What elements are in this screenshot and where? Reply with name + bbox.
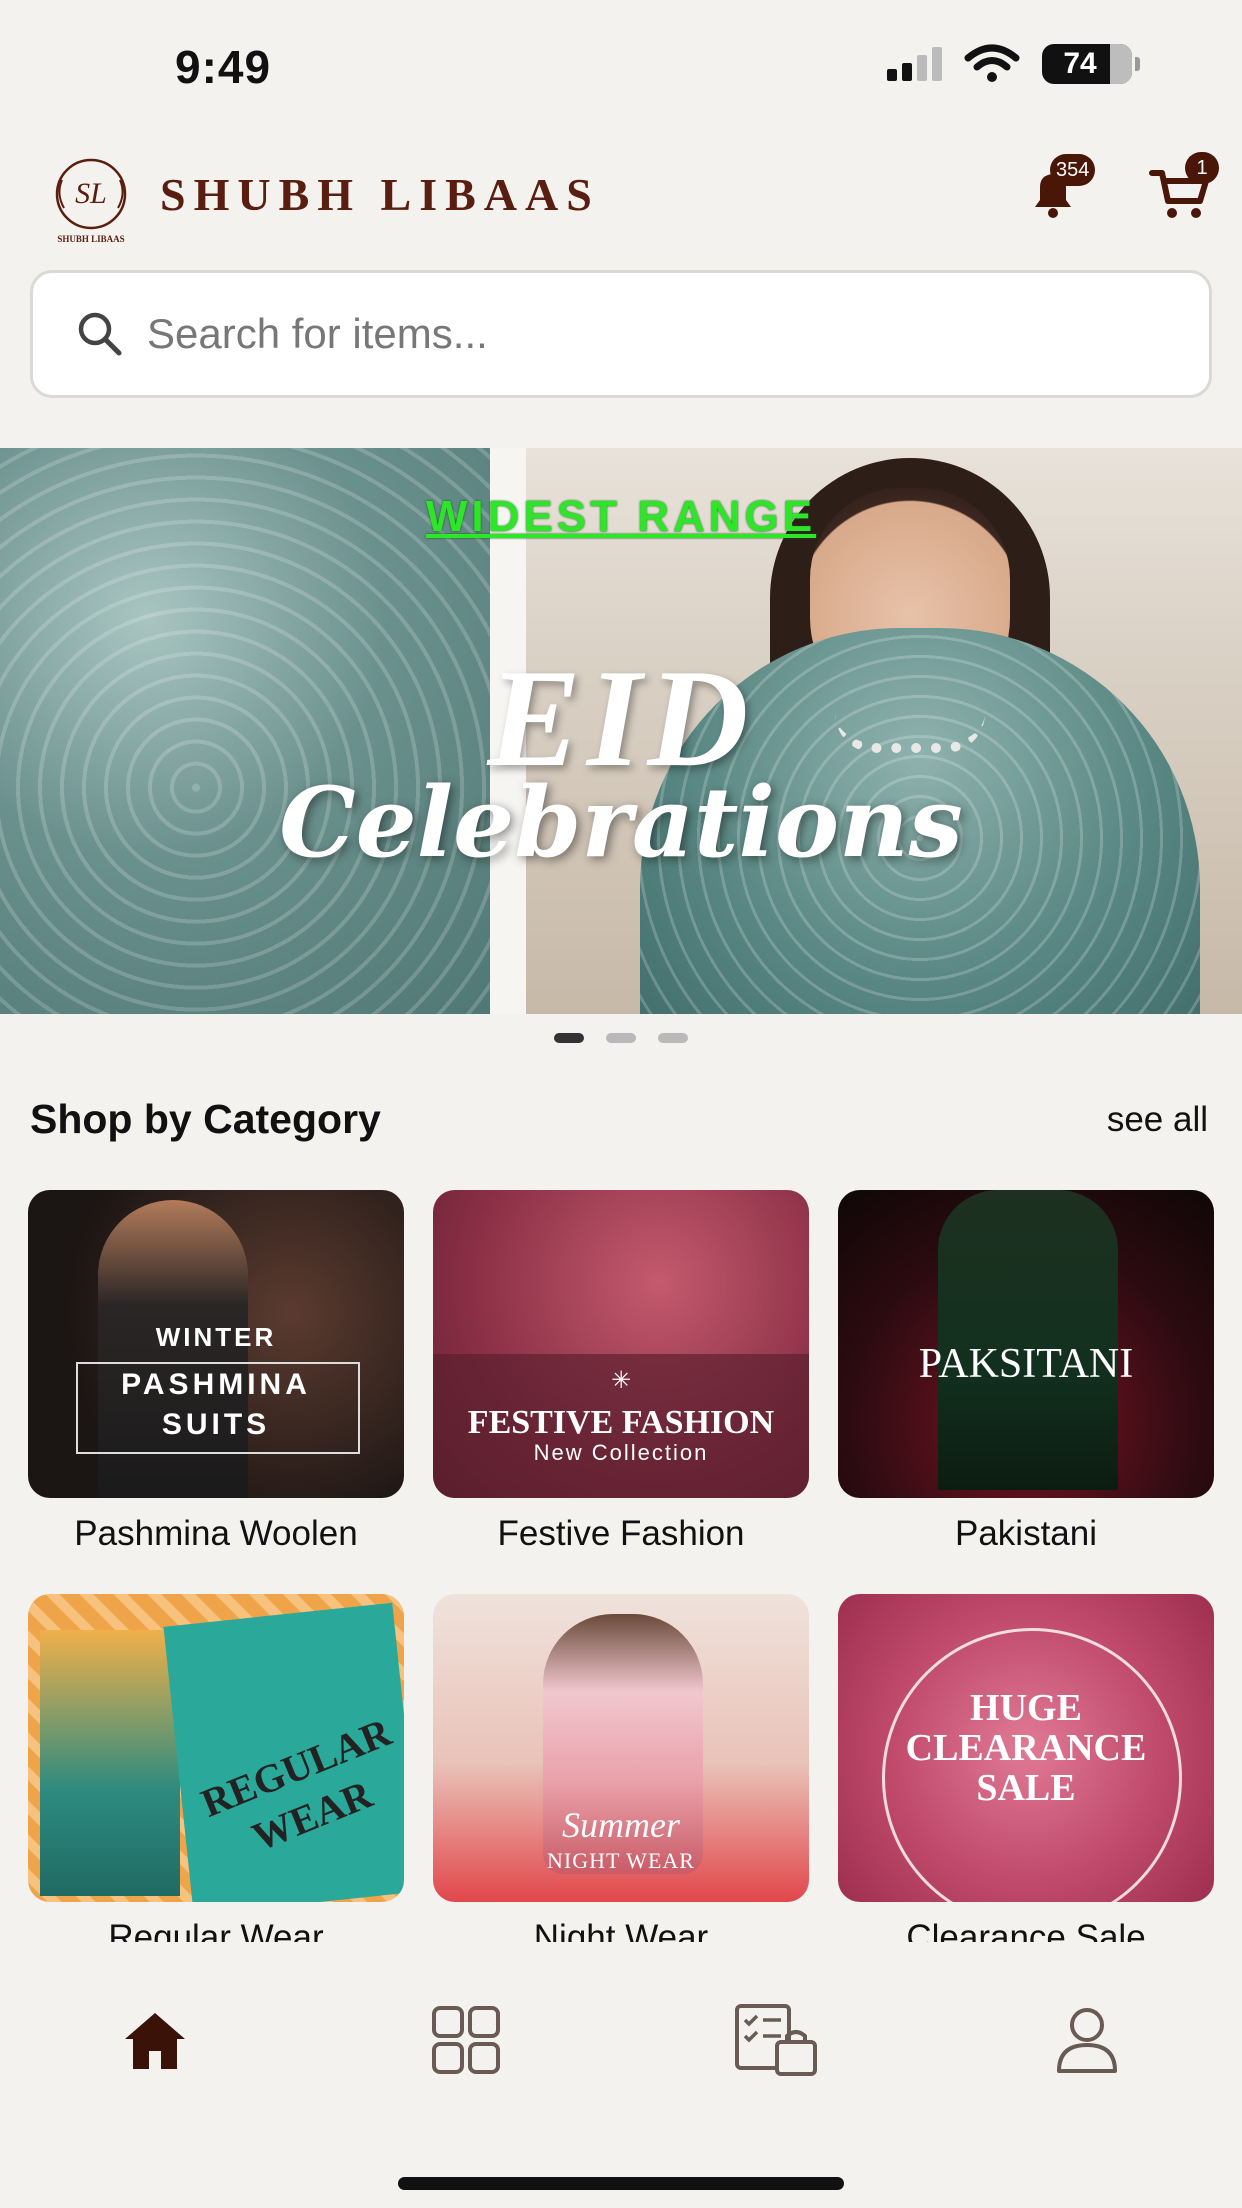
notification-badge: 354 <box>1050 154 1096 186</box>
home-indicator[interactable] <box>398 2177 844 2190</box>
category-label: Regular Wear <box>108 1918 324 1942</box>
carousel-dot[interactable] <box>606 1033 636 1043</box>
nav-home[interactable] <box>100 1985 210 2095</box>
carousel-indicator <box>0 1033 1242 1043</box>
nav-profile[interactable] <box>1032 1985 1142 2095</box>
carousel-dot[interactable] <box>658 1033 688 1043</box>
category-image: REGULAR WEAR <box>28 1594 404 1902</box>
category-label: Clearance Sale <box>906 1918 1146 1942</box>
status-icons: 74 <box>887 44 1140 84</box>
status-time: 9:49 <box>175 41 272 93</box>
banner-tagline: WIDEST RANGE <box>425 492 817 541</box>
category-card-festive[interactable]: ✳ FESTIVE FASHION New Collection Festive… <box>433 1190 809 1554</box>
category-card-night-wear[interactable]: Summer NIGHT WEAR Night Wear <box>433 1594 809 1942</box>
category-image: WINTER PASHMINA SUITS <box>28 1190 404 1498</box>
status-bar: 9:49 74 <box>0 0 1242 130</box>
category-card-pashmina[interactable]: WINTER PASHMINA SUITS Pashmina Woolen <box>28 1190 404 1554</box>
search-icon <box>78 312 122 356</box>
svg-text:SHUBH LIBAAS: SHUBH LIBAAS <box>57 234 124 244</box>
category-label: Night Wear <box>533 1918 709 1942</box>
carousel-dot[interactable] <box>554 1033 584 1043</box>
battery-icon: 74 <box>1042 44 1140 84</box>
profile-icon <box>1056 2008 1117 2073</box>
brand-name: SHUBH LIBAAS <box>160 169 600 220</box>
see-all-link[interactable]: see all <box>1107 1100 1208 1140</box>
category-image: Summer NIGHT WEAR <box>433 1594 809 1902</box>
cellular-signal-icon <box>887 47 942 81</box>
cart-button[interactable]: 1 <box>1145 152 1219 228</box>
search-bar[interactable] <box>30 270 1212 398</box>
svg-text:SL: SL <box>75 177 107 210</box>
category-card-clearance[interactable]: HUGE CLEARANCE SALE Clearance Sale <box>838 1594 1214 1942</box>
category-image: PAKSITANI <box>838 1190 1214 1498</box>
home-icon <box>125 2013 186 2069</box>
section-title: Shop by Category <box>30 1096 381 1142</box>
nav-categories[interactable] <box>411 1985 521 2095</box>
notifications-button[interactable]: 354 <box>1018 154 1096 228</box>
grid-icon <box>431 2006 500 2074</box>
category-label: Pakistani <box>954 1514 1098 1553</box>
nav-orders[interactable] <box>721 1985 831 2095</box>
category-image: HUGE CLEARANCE SALE <box>838 1594 1214 1902</box>
category-image: ✳ FESTIVE FASHION New Collection <box>433 1190 809 1498</box>
category-card-regular-wear[interactable]: REGULAR WEAR Regular Wear <box>28 1594 404 1942</box>
search-input[interactable] <box>147 310 1147 358</box>
app-header: SL SHUBH LIBAAS SHUBH LIBAAS 354 1 <box>0 140 1242 250</box>
banner-subtitle: Celebrations <box>279 766 963 879</box>
brand-logo[interactable]: SL SHUBH LIBAAS <box>42 150 140 248</box>
category-label: Pashmina Woolen <box>74 1514 358 1553</box>
wifi-icon <box>964 44 1020 82</box>
orders-icon <box>735 2004 818 2076</box>
bottom-navigation <box>0 1970 1242 2110</box>
category-card-pakistani[interactable]: PAKSITANI Pakistani <box>838 1190 1214 1554</box>
promo-banner[interactable]: WIDEST RANGE EID Celebrations <box>0 448 1242 1014</box>
battery-level: 74 <box>1063 47 1097 80</box>
cart-badge: 1 <box>1185 152 1219 184</box>
category-label: Festive Fashion <box>497 1514 745 1553</box>
